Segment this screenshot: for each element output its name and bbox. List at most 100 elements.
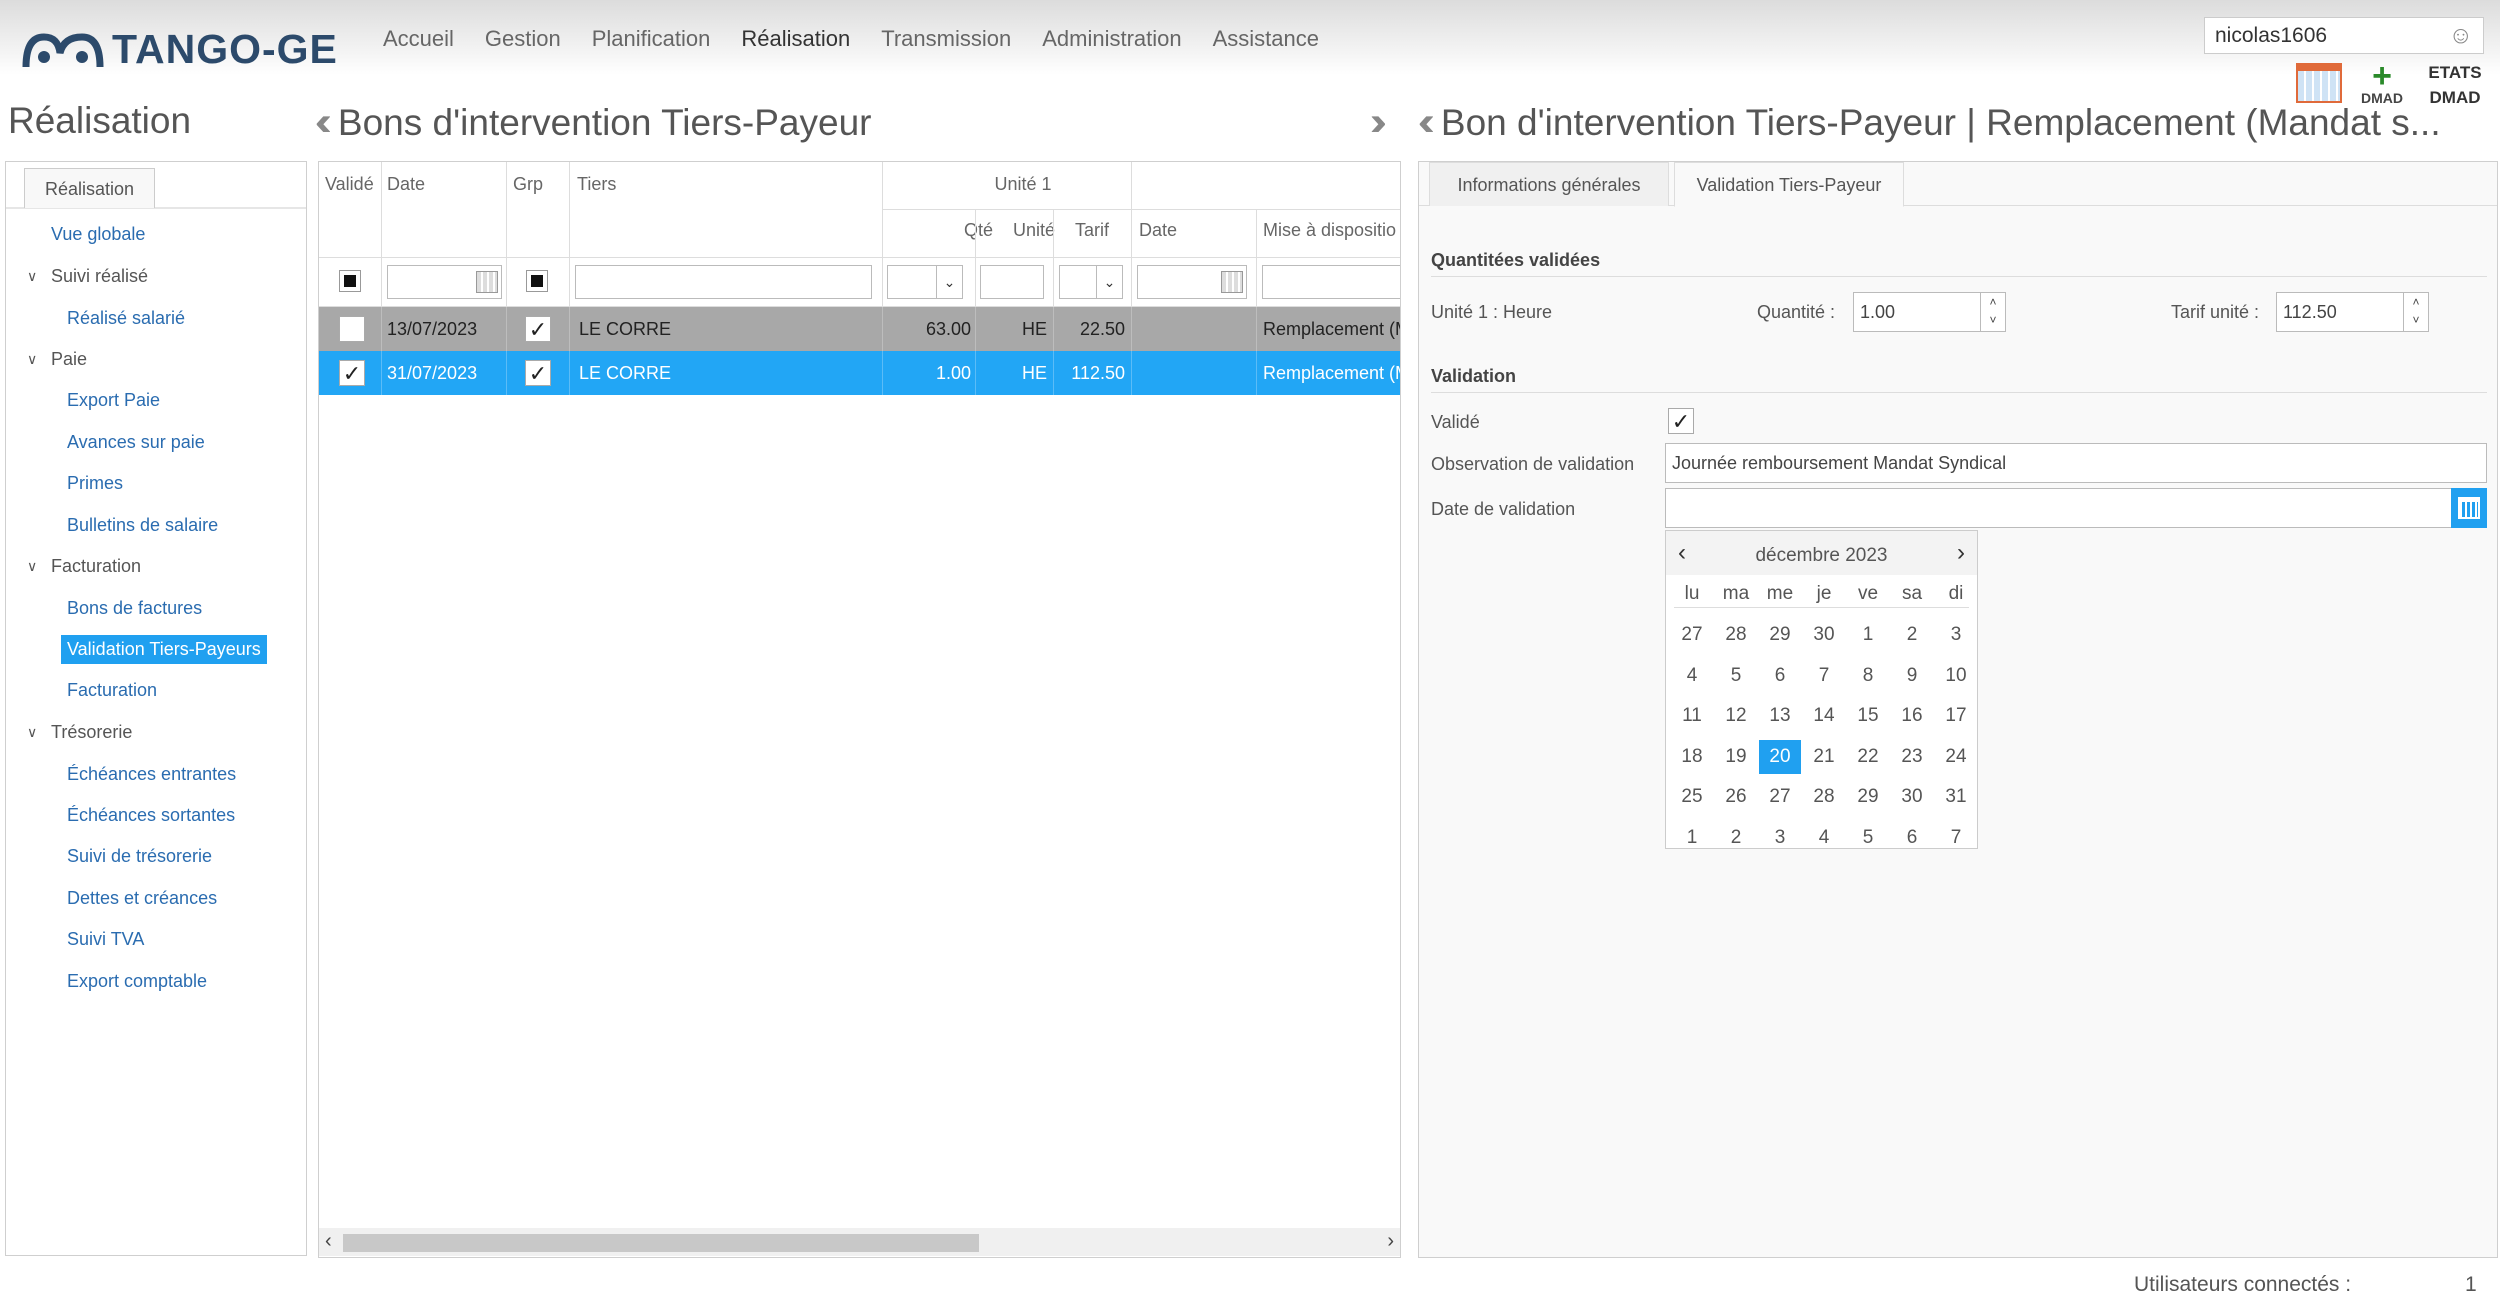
col-tarif[interactable]: Tarif (1059, 220, 1109, 241)
tab-informations-generales[interactable]: Informations générales (1429, 162, 1669, 206)
user-menu[interactable]: nicolas1606 ☺ (2204, 17, 2484, 54)
sidebar-group-facturation[interactable]: Facturation (51, 556, 141, 577)
filter-valide[interactable] (339, 270, 361, 292)
next-month-icon[interactable]: › (1957, 539, 1965, 567)
collapse-detail-icon[interactable]: ‹‹ (1418, 100, 1434, 144)
filter-grp[interactable] (526, 270, 548, 292)
filter-tiers[interactable] (575, 265, 872, 299)
menu-assistance[interactable]: Assistance (1213, 26, 1319, 52)
menu-administration[interactable]: Administration (1042, 26, 1181, 52)
sidebar-item-primes[interactable]: Primes (67, 473, 123, 494)
sidebar-item-bons-de-factures[interactable]: Bons de factures (67, 598, 202, 619)
sidebar-item-suivi-tva[interactable]: Suivi TVA (67, 929, 144, 950)
calendar-day[interactable]: 27 (1671, 618, 1713, 652)
scrollbar-thumb[interactable] (343, 1234, 979, 1252)
calendar-day[interactable]: 21 (1803, 740, 1845, 774)
calendar-day[interactable]: 6 (1759, 659, 1801, 693)
expand-chevron-icon[interactable]: ∨ (27, 558, 37, 575)
date-validation-input[interactable] (1665, 488, 2487, 528)
calendar-icon[interactable] (2296, 63, 2342, 103)
calendar-day[interactable]: 16 (1891, 699, 1933, 733)
calendar-day-today[interactable]: 20 (1759, 739, 1801, 774)
valide-checkbox[interactable]: ✓ (1668, 408, 1694, 434)
sidebar-item-realise-salarie[interactable]: Réalisé salarié (67, 308, 185, 329)
observation-input[interactable]: Journée remboursement Mandat Syndical (1665, 443, 2487, 483)
chevron-down-icon[interactable]: ⌄ (936, 266, 962, 298)
table-row-selected[interactable]: ✓ 31/07/2023 ✓ LE CORRE 1.00 HE 112.50 R… (319, 351, 1400, 395)
calendar-day[interactable]: 7 (1935, 821, 1977, 855)
col-date2[interactable]: Date (1139, 220, 1177, 241)
collapse-left-icon[interactable]: ‹‹ (315, 100, 331, 144)
col-unite[interactable]: Unité (1003, 220, 1055, 241)
calendar-day[interactable]: 25 (1671, 780, 1713, 814)
horizontal-scrollbar[interactable]: ‹ › (319, 1228, 1400, 1256)
calendar-day[interactable]: 14 (1803, 699, 1845, 733)
filter-unite[interactable] (980, 265, 1044, 299)
filter-mise[interactable] (1262, 265, 1400, 299)
col-valide[interactable]: Validé (325, 174, 374, 195)
calendar-day[interactable]: 5 (1715, 659, 1757, 693)
calendar-day[interactable]: 31 (1935, 780, 1977, 814)
calendar-icon[interactable] (476, 271, 498, 293)
calendar-day[interactable]: 3 (1759, 821, 1801, 855)
menu-planification[interactable]: Planification (592, 26, 711, 52)
menu-realisation[interactable]: Réalisation (741, 26, 850, 52)
col-tiers[interactable]: Tiers (577, 174, 616, 195)
sidebar-item-export-paie[interactable]: Export Paie (67, 390, 160, 411)
expand-chevron-icon[interactable]: ∨ (27, 268, 37, 285)
sidebar-group-suivi-realise[interactable]: Suivi réalisé (51, 266, 148, 287)
calendar-day[interactable]: 28 (1803, 780, 1845, 814)
col-qte[interactable]: Qté (939, 220, 993, 241)
logo[interactable]: TANGO-GE (22, 24, 338, 74)
calendar-day[interactable]: 8 (1847, 659, 1889, 693)
filter-date[interactable] (387, 265, 502, 299)
sidebar-group-paie[interactable]: Paie (51, 349, 87, 370)
calendar-day[interactable]: 10 (1935, 659, 1977, 693)
tab-realisation[interactable]: Réalisation (24, 168, 155, 208)
calendar-day[interactable]: 30 (1803, 618, 1845, 652)
row-valide-checkbox[interactable]: ✓ (339, 360, 365, 386)
calendar-day[interactable]: 29 (1847, 780, 1889, 814)
expand-chevron-icon[interactable]: ∨ (27, 724, 37, 741)
table-row[interactable]: 13/07/2023 ✓ LE CORRE 63.00 HE 22.50 Rem… (319, 307, 1400, 351)
calendar-day[interactable]: 7 (1803, 659, 1845, 693)
calendar-day[interactable]: 2 (1715, 821, 1757, 855)
calendar-day[interactable]: 2 (1891, 618, 1933, 652)
calendar-icon[interactable] (1221, 271, 1243, 293)
scroll-left-icon[interactable]: ‹ (325, 1230, 332, 1253)
sidebar-item-validation-tiers-payeurs[interactable]: Validation Tiers-Payeurs (61, 635, 267, 664)
quantite-stepper[interactable]: ˄ ˅ (1980, 292, 2006, 332)
quantite-input[interactable]: 1.00 (1853, 292, 1981, 332)
sidebar-group-tresorerie[interactable]: Trésorerie (51, 722, 132, 743)
tarif-stepper[interactable]: ˄ ˅ (2403, 292, 2429, 332)
calendar-day[interactable]: 24 (1935, 740, 1977, 774)
calendar-day[interactable]: 1 (1671, 821, 1713, 855)
calendar-day[interactable]: 4 (1671, 659, 1713, 693)
sidebar-item-suivi-de-tresorerie[interactable]: Suivi de trésorerie (67, 846, 212, 867)
calendar-day[interactable]: 12 (1715, 699, 1757, 733)
col-date[interactable]: Date (387, 174, 425, 195)
tab-validation-tiers-payeur[interactable]: Validation Tiers-Payeur (1674, 162, 1904, 207)
calendar-day[interactable]: 18 (1671, 740, 1713, 774)
col-mise[interactable]: Mise à dispositio (1263, 220, 1396, 241)
calendar-day[interactable]: 11 (1671, 699, 1713, 733)
calendar-day[interactable]: 5 (1847, 821, 1889, 855)
expand-chevron-icon[interactable]: ∨ (27, 351, 37, 368)
menu-transmission[interactable]: Transmission (881, 26, 1011, 52)
sidebar-item-export-comptable[interactable]: Export comptable (67, 971, 207, 992)
calendar-day[interactable]: 26 (1715, 780, 1757, 814)
calendar-day[interactable]: 6 (1891, 821, 1933, 855)
sidebar-item-facturation[interactable]: Facturation (67, 680, 157, 701)
filter-date2[interactable] (1137, 265, 1247, 299)
calendar-day[interactable]: 29 (1759, 618, 1801, 652)
row-valide-checkbox[interactable] (339, 316, 365, 342)
calendar-button-icon[interactable] (2451, 488, 2487, 528)
sidebar-item-echeances-sortantes[interactable]: Échéances sortantes (67, 805, 235, 826)
sidebar-item-echeances-entrantes[interactable]: Échéances entrantes (67, 764, 236, 785)
col-grp[interactable]: Grp (513, 174, 543, 195)
filter-tarif[interactable]: ⌄ (1059, 265, 1123, 299)
menu-gestion[interactable]: Gestion (485, 26, 561, 52)
calendar-day[interactable]: 28 (1715, 618, 1757, 652)
calendar-day[interactable]: 9 (1891, 659, 1933, 693)
menu-accueil[interactable]: Accueil (383, 26, 454, 52)
